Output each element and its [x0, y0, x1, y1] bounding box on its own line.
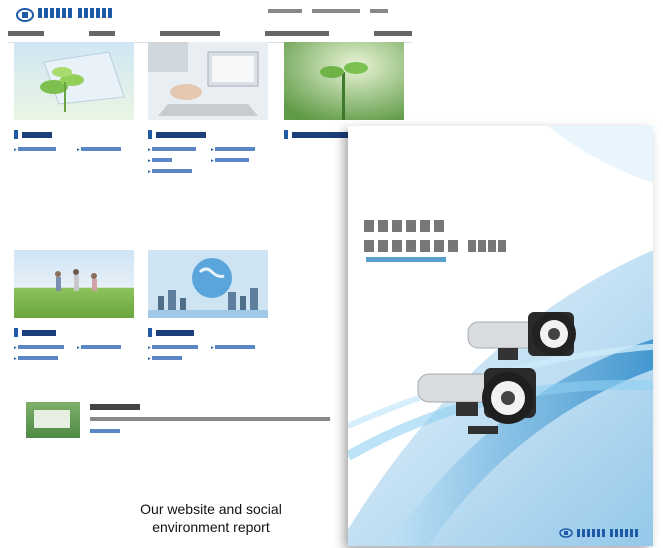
card-management — [148, 42, 268, 175]
card-link[interactable] — [148, 169, 205, 175]
card-eco — [284, 42, 404, 139]
news-title — [90, 404, 140, 412]
logo-mark-icon — [559, 528, 573, 538]
util-link-1[interactable] — [268, 8, 302, 15]
card-heading[interactable] — [14, 328, 134, 337]
leaf-photo — [14, 42, 134, 120]
family-photo — [14, 250, 134, 318]
card-link[interactable] — [211, 147, 268, 153]
card-link[interactable] — [148, 345, 205, 351]
card-links — [148, 345, 268, 362]
nav-item-3[interactable] — [160, 30, 220, 38]
globe-city-photo — [148, 250, 268, 318]
heading-bar — [148, 328, 152, 337]
card-heading[interactable] — [14, 130, 134, 139]
card-link[interactable] — [77, 345, 134, 351]
cover-swoosh-graphic — [348, 126, 653, 546]
card-links — [14, 147, 134, 153]
card-society — [14, 250, 134, 362]
logo-wordmark — [38, 6, 128, 24]
news-thumbnail — [26, 402, 80, 438]
site-logo[interactable] — [16, 6, 128, 24]
card-link[interactable] — [14, 345, 71, 351]
card-link[interactable] — [148, 356, 205, 362]
card-link[interactable] — [211, 345, 268, 351]
caption-line-2: environment report — [152, 519, 270, 535]
nav-item-5[interactable] — [374, 30, 412, 38]
sprout-photo — [284, 42, 404, 120]
news-more-link[interactable] — [90, 428, 120, 435]
report-logo — [559, 528, 643, 538]
logo-wordmark — [577, 529, 638, 537]
nav-item-1[interactable] — [8, 30, 44, 38]
nav-item-4[interactable] — [265, 30, 329, 38]
news-item[interactable] — [26, 400, 386, 440]
card-heading[interactable] — [148, 130, 268, 139]
card-link[interactable] — [14, 147, 71, 153]
heading-bar — [284, 130, 288, 139]
card-link[interactable] — [14, 356, 71, 362]
heading-bar — [148, 130, 152, 139]
report-cover — [348, 126, 653, 546]
util-link-3[interactable] — [370, 8, 388, 15]
card-link[interactable] — [148, 147, 205, 153]
logo-mark-icon — [16, 8, 34, 22]
heading-bar — [14, 328, 18, 337]
caption: Our website and social environment repor… — [96, 500, 326, 536]
card-link[interactable] — [211, 158, 268, 164]
report-subtitle — [366, 256, 446, 264]
nav-item-2[interactable] — [89, 30, 115, 38]
heading-bar — [14, 130, 18, 139]
utility-links — [268, 8, 388, 15]
card-link[interactable] — [148, 158, 205, 164]
card-links — [14, 345, 134, 362]
card-global — [148, 250, 268, 362]
card-links — [148, 147, 268, 175]
util-link-2[interactable] — [312, 8, 360, 15]
news-description — [90, 416, 330, 423]
card-environment — [14, 42, 134, 153]
card-heading[interactable] — [148, 328, 268, 337]
caption-line-1: Our website and social — [140, 501, 282, 517]
office-photo — [148, 42, 268, 120]
card-link[interactable] — [77, 147, 134, 153]
